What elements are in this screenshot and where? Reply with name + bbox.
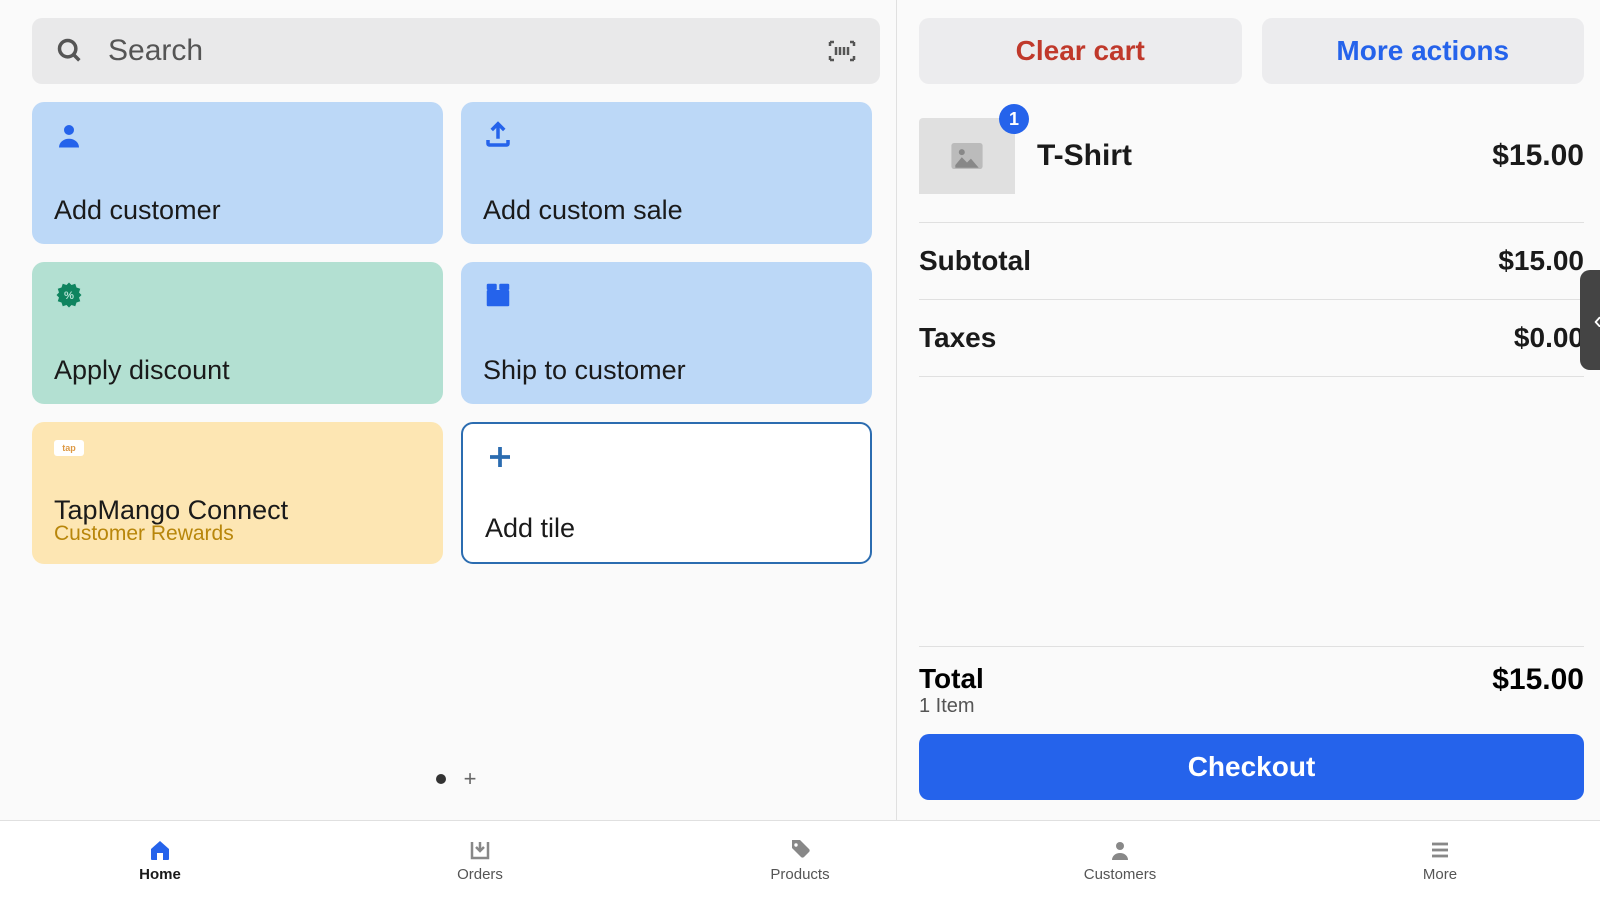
add-customer-tile[interactable]: Add customer (32, 102, 443, 244)
customers-icon (1106, 838, 1134, 862)
search-placeholder: Search (108, 34, 828, 68)
cart-line-item[interactable]: 1 T-Shirt $15.00 (919, 118, 1584, 223)
nav-label: Home (139, 866, 181, 883)
subtotal-value: $15.00 (1498, 245, 1584, 277)
package-icon (483, 280, 850, 310)
person-icon (54, 120, 421, 150)
nav-label: Orders (457, 866, 503, 883)
taxes-value: $0.00 (1514, 322, 1584, 354)
nav-orders[interactable]: Orders (320, 821, 640, 900)
nav-home[interactable]: Home (0, 821, 320, 900)
svg-text:%: % (64, 290, 74, 302)
tile-label: Add customer (54, 195, 421, 226)
nav-customers[interactable]: Customers (960, 821, 1280, 900)
page-dot-active[interactable] (436, 774, 446, 784)
page-indicator: + (32, 738, 880, 820)
item-image-placeholder (919, 118, 1015, 194)
apply-discount-tile[interactable]: % Apply discount (32, 262, 443, 404)
tag-icon (786, 838, 814, 862)
checkout-button[interactable]: Checkout (919, 734, 1584, 800)
tile-label: Ship to customer (483, 355, 850, 386)
search-bar[interactable]: Search (32, 18, 880, 84)
subtotal-label: Subtotal (919, 245, 1031, 277)
barcode-scan-icon[interactable] (828, 40, 856, 62)
tile-label: Add custom sale (483, 195, 850, 226)
search-icon (56, 37, 108, 65)
nav-more[interactable]: More (1280, 821, 1600, 900)
discount-badge-icon: % (54, 280, 421, 310)
total-label: Total (919, 663, 984, 695)
orders-icon (466, 838, 494, 862)
nav-products[interactable]: Products (640, 821, 960, 900)
subtotal-row: Subtotal $15.00 (919, 223, 1584, 300)
nav-label: Products (770, 866, 829, 883)
item-name: T-Shirt (1037, 139, 1492, 173)
menu-icon (1426, 838, 1454, 862)
clear-cart-button[interactable]: Clear cart (919, 18, 1242, 84)
quantity-badge: 1 (999, 104, 1029, 134)
tapmango-logo-icon: tap (54, 440, 84, 456)
plus-icon (485, 442, 848, 472)
nav-label: Customers (1084, 866, 1157, 883)
chevron-left-icon: ‹ (1594, 305, 1600, 336)
total-value: $15.00 (1492, 663, 1584, 697)
more-actions-button[interactable]: More actions (1262, 18, 1585, 84)
bottom-nav: Home Orders Products Customers More (0, 820, 1600, 900)
add-page-icon[interactable]: + (464, 768, 477, 790)
home-icon (146, 838, 174, 862)
item-count: 1 Item (919, 695, 984, 718)
nav-label: More (1423, 866, 1457, 883)
add-custom-sale-tile[interactable]: Add custom sale (461, 102, 872, 244)
tapmango-connect-tile[interactable]: tap TapMango Connect Customer Rewards (32, 422, 443, 564)
collapse-handle[interactable]: ‹ (1580, 270, 1600, 370)
add-tile-button[interactable]: Add tile (461, 422, 872, 564)
tile-label: Apply discount (54, 355, 421, 386)
tile-label: Add tile (485, 513, 848, 544)
taxes-label: Taxes (919, 322, 996, 354)
taxes-row: Taxes $0.00 (919, 300, 1584, 377)
upload-icon (483, 120, 850, 150)
ship-to-customer-tile[interactable]: Ship to customer (461, 262, 872, 404)
item-price: $15.00 (1492, 139, 1584, 173)
